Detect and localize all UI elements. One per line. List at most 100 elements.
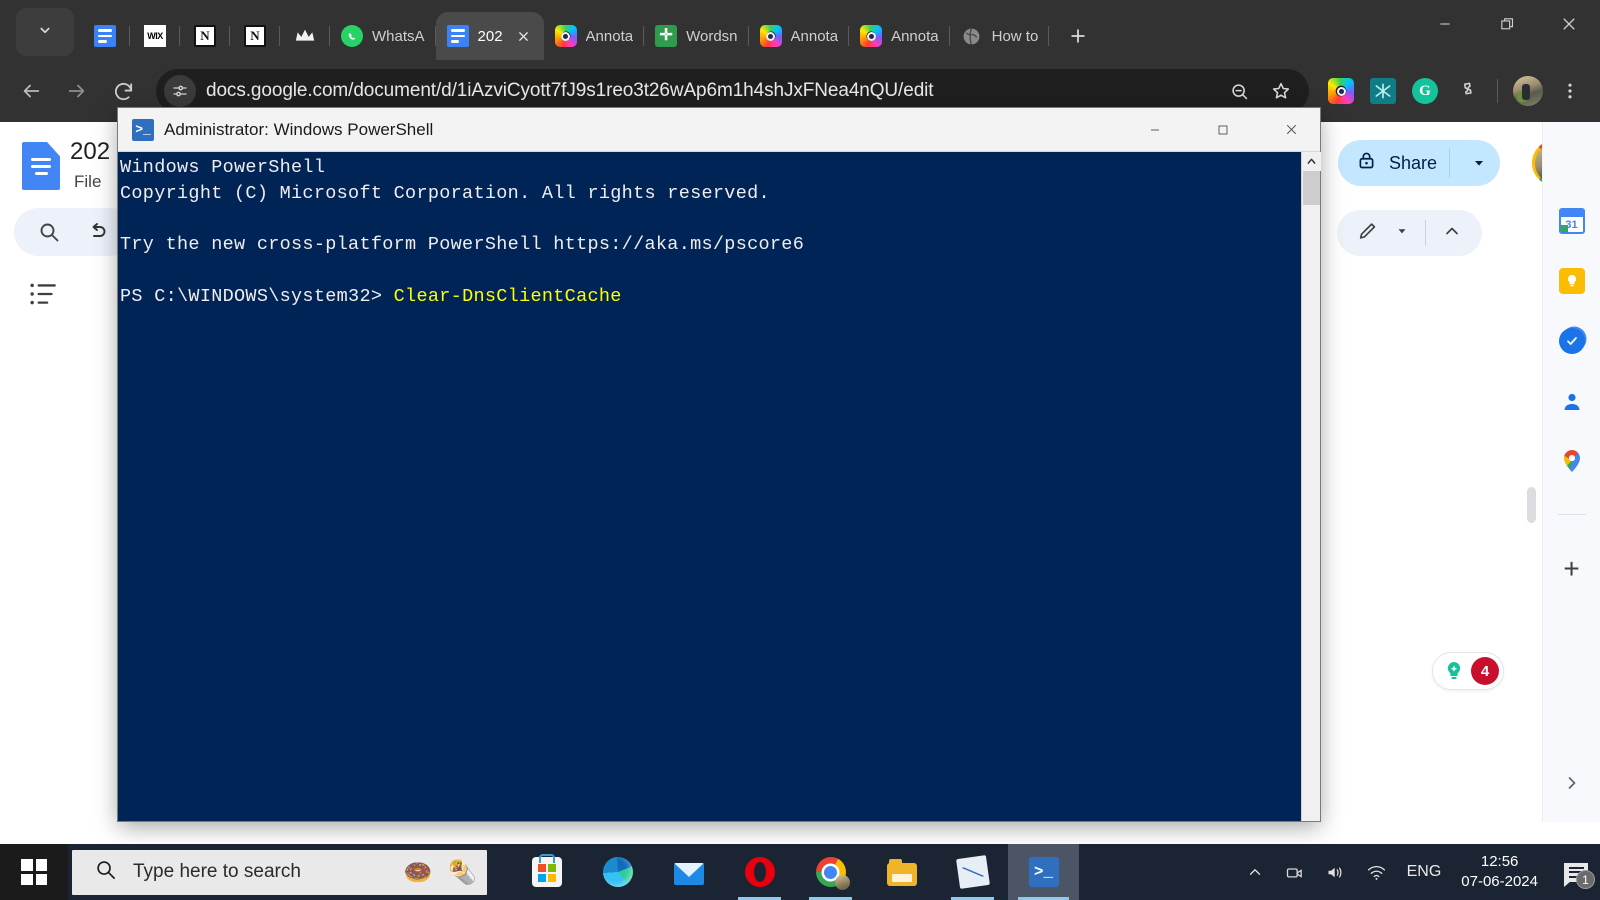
crown-icon: [294, 25, 316, 47]
docs-menu-bar: File: [74, 172, 101, 192]
back-button[interactable]: [10, 70, 52, 112]
speaker-icon[interactable]: [1315, 844, 1356, 900]
taskbar-microsoft-store[interactable]: [511, 844, 582, 900]
search-icon: [94, 858, 117, 886]
google-docs-icon: [94, 25, 116, 47]
caret-down-icon[interactable]: [1395, 224, 1409, 243]
tab-how-to[interactable]: How to: [950, 12, 1050, 60]
tab-search-dropdown-button[interactable]: [16, 8, 74, 56]
notification-center-button[interactable]: 1: [1552, 844, 1600, 900]
tab-notion-2[interactable]: N: [230, 12, 280, 60]
powershell-scrollbar-thumb[interactable]: [1303, 171, 1320, 205]
reload-button[interactable]: [102, 70, 144, 112]
powershell-close-button[interactable]: [1262, 108, 1320, 152]
grammarly-issue-count: 4: [1471, 657, 1499, 685]
powershell-icon: >_: [132, 119, 154, 141]
taskbar-search-input[interactable]: Type here to search 🍩 🌯: [72, 850, 487, 895]
forward-button[interactable]: [56, 70, 98, 112]
tab-active-google-doc[interactable]: 202: [436, 12, 544, 60]
taskbar-file-explorer[interactable]: [866, 844, 937, 900]
document-title[interactable]: 202: [70, 138, 110, 166]
tab-whatsapp[interactable]: WhatsA: [330, 12, 436, 60]
grammarly-extension-icon[interactable]: G: [1405, 71, 1445, 111]
powershell-title-bar[interactable]: >_ Administrator: Windows PowerShell: [118, 108, 1320, 152]
scroll-up-arrow-icon[interactable]: [1302, 152, 1321, 171]
menu-item-file[interactable]: File: [74, 172, 101, 192]
powershell-minimize-button[interactable]: [1126, 108, 1184, 152]
extensions-puzzle-icon[interactable]: [1447, 71, 1487, 111]
browser-restore-button[interactable]: [1476, 0, 1538, 48]
console-command: Clear-DnsClientCache: [394, 286, 622, 307]
document-outline-icon[interactable]: [28, 280, 60, 308]
tab-label: WhatsA: [372, 28, 425, 45]
chevron-up-icon[interactable]: [1442, 221, 1462, 246]
teal-extension-icon[interactable]: [1363, 71, 1403, 111]
docs-scrollbar-thumb[interactable]: [1527, 487, 1536, 523]
tab-wix[interactable]: WIX: [130, 12, 180, 60]
address-bar[interactable]: docs.google.com/document/d/1iAzviCyott7f…: [156, 69, 1309, 113]
browser-minimize-button[interactable]: [1414, 0, 1476, 48]
annotate-icon: [555, 25, 577, 47]
lock-icon: [1356, 150, 1377, 176]
tab-annotate-2[interactable]: Annota: [749, 12, 850, 60]
tab-notion-1[interactable]: N: [180, 12, 230, 60]
google-keep-icon[interactable]: [1559, 268, 1585, 294]
wifi-icon[interactable]: [1356, 844, 1397, 900]
bookmark-star-icon[interactable]: [1261, 71, 1301, 111]
taskbar-opera-browser[interactable]: [724, 844, 795, 900]
taskbar-performance-monitor[interactable]: [937, 844, 1008, 900]
taskbar-google-chrome[interactable]: [795, 844, 866, 900]
google-maps-icon[interactable]: [1559, 448, 1585, 474]
camera-icon[interactable]: [1274, 844, 1315, 900]
console-banner: Windows PowerShell Copyright (C) Microso…: [120, 157, 770, 204]
extension-icons: G: [1321, 71, 1590, 111]
zoom-out-icon[interactable]: [1219, 71, 1259, 111]
tab-close-button[interactable]: [512, 24, 536, 48]
google-docs-logo[interactable]: [22, 142, 60, 190]
docs-toolbar: [14, 208, 134, 256]
taskbar-mail[interactable]: [653, 844, 724, 900]
powershell-window[interactable]: >_ Administrator: Windows PowerShell Win…: [118, 108, 1320, 821]
chevron-right-icon[interactable]: [1562, 773, 1582, 798]
taskbar-microsoft-edge[interactable]: [582, 844, 653, 900]
add-apps-plus[interactable]: +: [1563, 555, 1579, 583]
grammarly-status-pill[interactable]: 4: [1432, 652, 1504, 690]
tab-divider: [1048, 26, 1049, 46]
url-text[interactable]: docs.google.com/document/d/1iAzviCyott7f…: [206, 80, 1209, 102]
editing-mode-button[interactable]: [1337, 210, 1482, 256]
google-calendar-icon[interactable]: 31: [1559, 208, 1585, 234]
browser-close-button[interactable]: [1538, 0, 1600, 48]
share-divider: [1449, 148, 1450, 178]
undo-icon[interactable]: [84, 219, 110, 245]
clock[interactable]: 12:56 07-06-2024: [1451, 844, 1552, 900]
tab-crown-site[interactable]: [280, 12, 330, 60]
folder-icon: [887, 863, 917, 886]
caret-down-icon[interactable]: [1462, 155, 1496, 171]
powershell-scrollbar[interactable]: [1301, 152, 1320, 821]
three-dot-menu-icon[interactable]: [1550, 71, 1590, 111]
windows-start-icon[interactable]: [0, 844, 68, 900]
language-indicator[interactable]: ENG: [1397, 844, 1452, 900]
tab-annotate-1[interactable]: Annota: [544, 12, 645, 60]
search-icon[interactable]: [36, 219, 62, 245]
chrome-icon: [816, 857, 846, 887]
notion-icon: N: [244, 25, 266, 47]
google-tasks-icon[interactable]: [1559, 328, 1585, 354]
tab-google-docs-1[interactable]: [80, 12, 130, 60]
system-tray: ENG 12:56 07-06-2024 1: [1236, 844, 1600, 900]
tab-wordsmith[interactable]: ✛ Wordsn: [644, 12, 748, 60]
tab-annotate-3[interactable]: Annota: [849, 12, 950, 60]
annotate-extension-icon[interactable]: [1321, 71, 1361, 111]
site-settings-icon[interactable]: [164, 75, 196, 107]
share-button[interactable]: Share: [1338, 140, 1500, 186]
powershell-maximize-button[interactable]: [1194, 108, 1252, 152]
taskbar-windows-powershell[interactable]: >_: [1008, 844, 1079, 900]
tab-label: How to: [992, 28, 1039, 45]
google-contacts-icon[interactable]: [1559, 388, 1585, 414]
powershell-console-output[interactable]: Windows PowerShell Copyright (C) Microso…: [118, 152, 1301, 821]
tab-label: Annota: [586, 28, 634, 45]
chevron-up-icon[interactable]: [1236, 844, 1274, 900]
new-tab-button[interactable]: [1059, 17, 1097, 55]
butterfly-icon: [1370, 78, 1396, 104]
profile-avatar[interactable]: [1508, 71, 1548, 111]
